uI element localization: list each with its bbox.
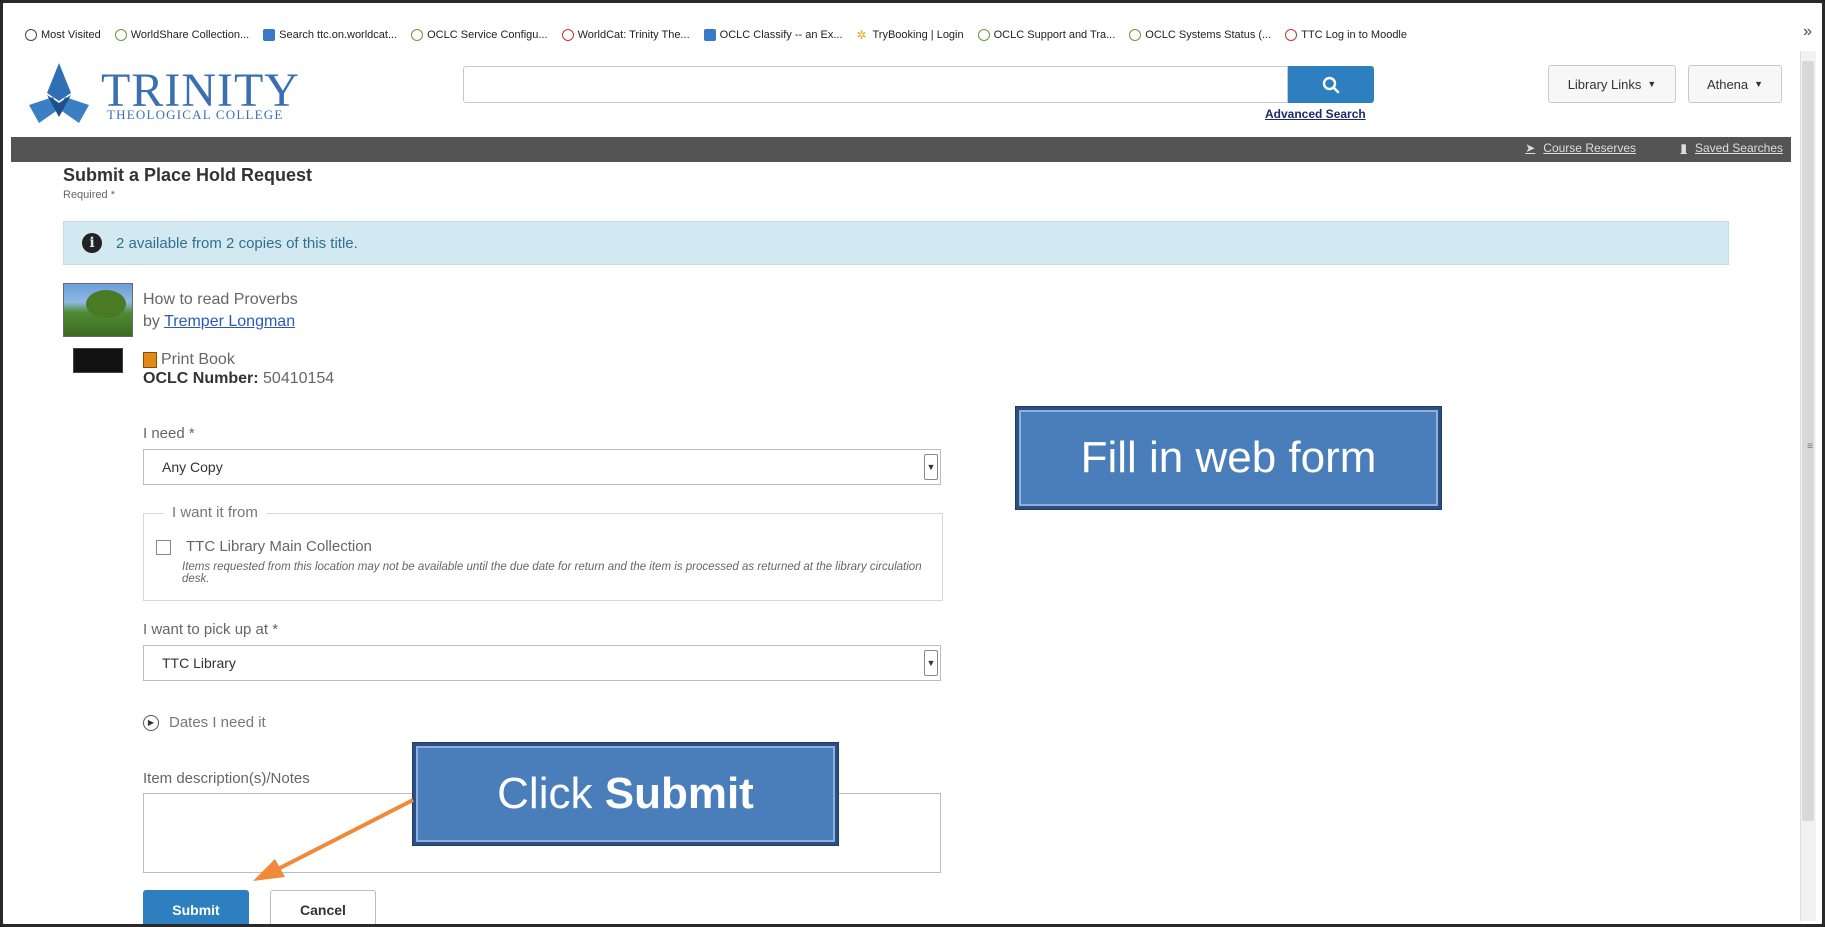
page-title: Submit a Place Hold Request bbox=[63, 165, 313, 185]
fill-form-callout: Fill in web form bbox=[1016, 407, 1441, 509]
caret-down-icon: ▼ bbox=[1647, 79, 1657, 89]
click-submit-callout: Click Submit bbox=[413, 743, 838, 845]
bookmark-item[interactable]: OCLC Support and Tra... bbox=[977, 29, 1115, 41]
user-menu-dropdown[interactable]: Athena ▼ bbox=[1688, 65, 1782, 103]
oclc-icon bbox=[1129, 29, 1142, 41]
oclc-number-line: OCLC Number: 50410154 bbox=[143, 370, 335, 387]
worldcat-icon bbox=[561, 29, 574, 41]
cancel-button[interactable]: Cancel bbox=[270, 890, 376, 924]
advanced-search-link[interactable]: Advanced Search bbox=[1265, 107, 1366, 121]
bookmark-item[interactable]: OCLC Classify -- an Ex... bbox=[703, 29, 843, 41]
location-note: Items requested from this location may n… bbox=[182, 561, 922, 585]
pushpin-icon: ➤ bbox=[1525, 141, 1536, 155]
bookmark-item[interactable]: OCLC Systems Status (... bbox=[1129, 29, 1271, 41]
star-icon: ✲ bbox=[856, 28, 867, 42]
bookmark-item[interactable]: WorldCat: Trinity The... bbox=[561, 29, 690, 41]
location-label[interactable]: TTC Library Main Collection bbox=[186, 538, 372, 555]
book-author-line: by Tremper Longman bbox=[143, 313, 296, 330]
course-reserves-link[interactable]: ➤ Course Reserves bbox=[1525, 141, 1636, 155]
bookmark-icon: ▮ bbox=[1680, 141, 1687, 155]
browser-window: Most Visited WorldShare Collection... Se… bbox=[0, 0, 1825, 927]
search-icon bbox=[1322, 76, 1340, 93]
logo-subtitle: THEOLOGICAL COLLEGE bbox=[107, 107, 284, 122]
expand-icon: ▶ bbox=[143, 714, 159, 731]
oclc-icon bbox=[114, 29, 127, 41]
bookmark-item[interactable]: ✲ TryBooking | Login bbox=[857, 29, 964, 41]
site-logo[interactable]: TRINITY THEOLOGICAL COLLEGE bbox=[27, 61, 299, 127]
oclc-icon bbox=[977, 29, 990, 41]
book-thumbnail[interactable] bbox=[73, 348, 123, 373]
tree-icon bbox=[86, 290, 126, 318]
format-line: Print Book bbox=[143, 351, 235, 369]
availability-alert: i 2 available from 2 copies of this titl… bbox=[63, 221, 1729, 265]
notes-label: Item description(s)/Notes bbox=[143, 770, 310, 787]
bookmark-item[interactable]: WorldShare Collection... bbox=[114, 29, 249, 41]
bookmark-item[interactable]: TTC Log in to Moodle bbox=[1285, 29, 1407, 41]
grip-icon: ≡ bbox=[1807, 441, 1813, 452]
chevron-down-icon[interactable]: ▼ bbox=[924, 650, 938, 676]
author-link[interactable]: Tremper Longman bbox=[164, 313, 295, 330]
location-legend: I want it from bbox=[164, 504, 266, 521]
bookmark-item[interactable]: Search ttc.on.worldcat... bbox=[263, 29, 397, 41]
secondary-nav-bar: ➤ Course Reserves ▮ Saved Searches bbox=[11, 137, 1791, 162]
dates-toggle[interactable]: ▶ Dates I need it bbox=[143, 714, 266, 731]
pickup-select[interactable]: TTC Library ▼ bbox=[143, 645, 941, 681]
need-select[interactable]: Any Copy ▼ bbox=[143, 449, 941, 485]
moodle-icon bbox=[1285, 29, 1298, 41]
caret-down-icon: ▼ bbox=[1754, 79, 1764, 89]
book-icon bbox=[143, 352, 157, 368]
book-title: How to read Proverbs bbox=[143, 291, 298, 308]
search-input[interactable] bbox=[463, 66, 1288, 103]
location-fieldset: I want it from TTC Library Main Collecti… bbox=[143, 504, 943, 601]
need-label: I need * bbox=[143, 425, 195, 442]
bookmark-item[interactable]: OCLC Service Configu... bbox=[411, 29, 548, 41]
submit-button[interactable]: Submit bbox=[143, 890, 249, 924]
info-icon: i bbox=[82, 233, 102, 253]
bookmark-item[interactable]: Most Visited bbox=[25, 29, 101, 41]
book-cover-image[interactable] bbox=[63, 283, 133, 337]
library-links-dropdown[interactable]: Library Links ▼ bbox=[1548, 65, 1676, 103]
worldcat-icon bbox=[263, 29, 276, 41]
bookmarks-bar: Most Visited WorldShare Collection... Se… bbox=[3, 21, 1803, 49]
search-button[interactable] bbox=[1288, 66, 1374, 103]
pickup-label: I want to pick up at * bbox=[143, 621, 279, 638]
saved-searches-link[interactable]: ▮ Saved Searches bbox=[1680, 141, 1783, 155]
chevron-double-right-icon[interactable]: » bbox=[1803, 23, 1812, 41]
location-checkbox[interactable] bbox=[156, 540, 171, 555]
trinity-logo-icon bbox=[29, 63, 89, 123]
gear-icon bbox=[25, 29, 37, 41]
classify-icon bbox=[703, 29, 716, 41]
required-note: Required * bbox=[63, 189, 115, 201]
availability-text: 2 available from 2 copies of this title. bbox=[116, 234, 358, 252]
oclc-icon bbox=[411, 29, 424, 41]
chevron-down-icon[interactable]: ▼ bbox=[924, 454, 938, 480]
